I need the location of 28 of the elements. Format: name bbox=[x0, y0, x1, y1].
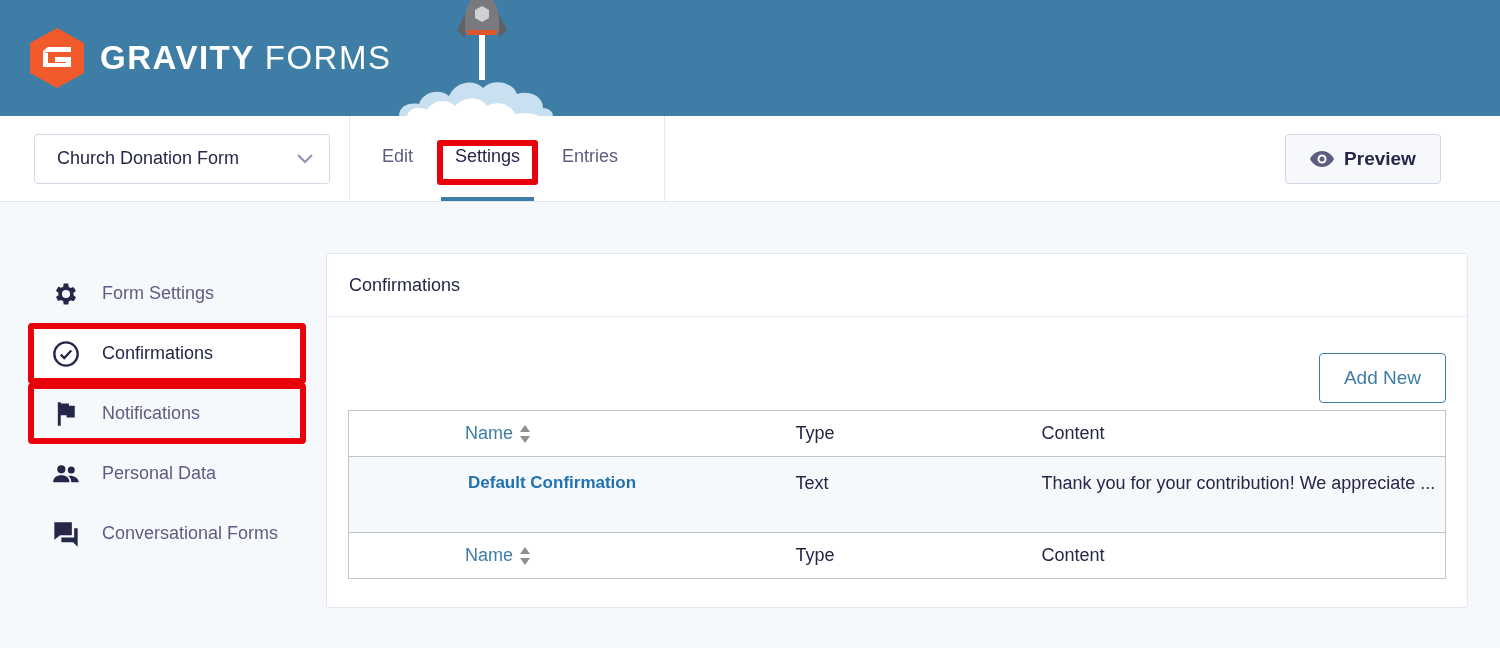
nav-tab[interactable]: Entries bbox=[548, 116, 633, 201]
sidebar-item[interactable]: Form Settings bbox=[28, 263, 306, 324]
sidebar-item[interactable]: Conversational Forms bbox=[28, 503, 306, 564]
column-header: Content bbox=[1041, 423, 1105, 443]
chat-icon bbox=[52, 519, 80, 548]
sidebar-item[interactable]: Notifications bbox=[28, 383, 306, 444]
form-select[interactable]: Church Donation Form bbox=[34, 133, 330, 184]
sort-arrows-icon bbox=[519, 423, 531, 444]
sort-arrows-icon bbox=[519, 545, 531, 566]
sidebar-item[interactable]: Confirmations bbox=[28, 323, 306, 384]
logo-text: GRAVITY FORMS bbox=[100, 39, 392, 77]
sidebar-item[interactable]: Personal Data bbox=[28, 443, 306, 504]
column-header: Type bbox=[795, 545, 835, 565]
table-cell: Thank you for your contribution! We appreciate ... bbox=[1041, 473, 1436, 493]
eye-icon bbox=[1310, 150, 1335, 167]
confirmation-name-link[interactable]: Default Confirmation bbox=[468, 473, 637, 492]
nav-tab[interactable]: Edit bbox=[368, 116, 428, 201]
column-header: Content bbox=[1041, 545, 1105, 565]
chevron-down-icon bbox=[297, 153, 313, 164]
check-circle-icon bbox=[52, 339, 80, 368]
sortable-column-header[interactable]: Name bbox=[465, 423, 531, 444]
preview-button[interactable]: Preview bbox=[1285, 133, 1441, 184]
panel-title: Confirmations bbox=[349, 274, 461, 296]
table-cell: Text bbox=[795, 473, 829, 493]
column-header: Type bbox=[795, 423, 835, 443]
logo-icon bbox=[30, 28, 84, 88]
add-new-button[interactable]: Add New bbox=[1319, 353, 1446, 403]
sortable-column-header[interactable]: Name bbox=[465, 545, 531, 566]
